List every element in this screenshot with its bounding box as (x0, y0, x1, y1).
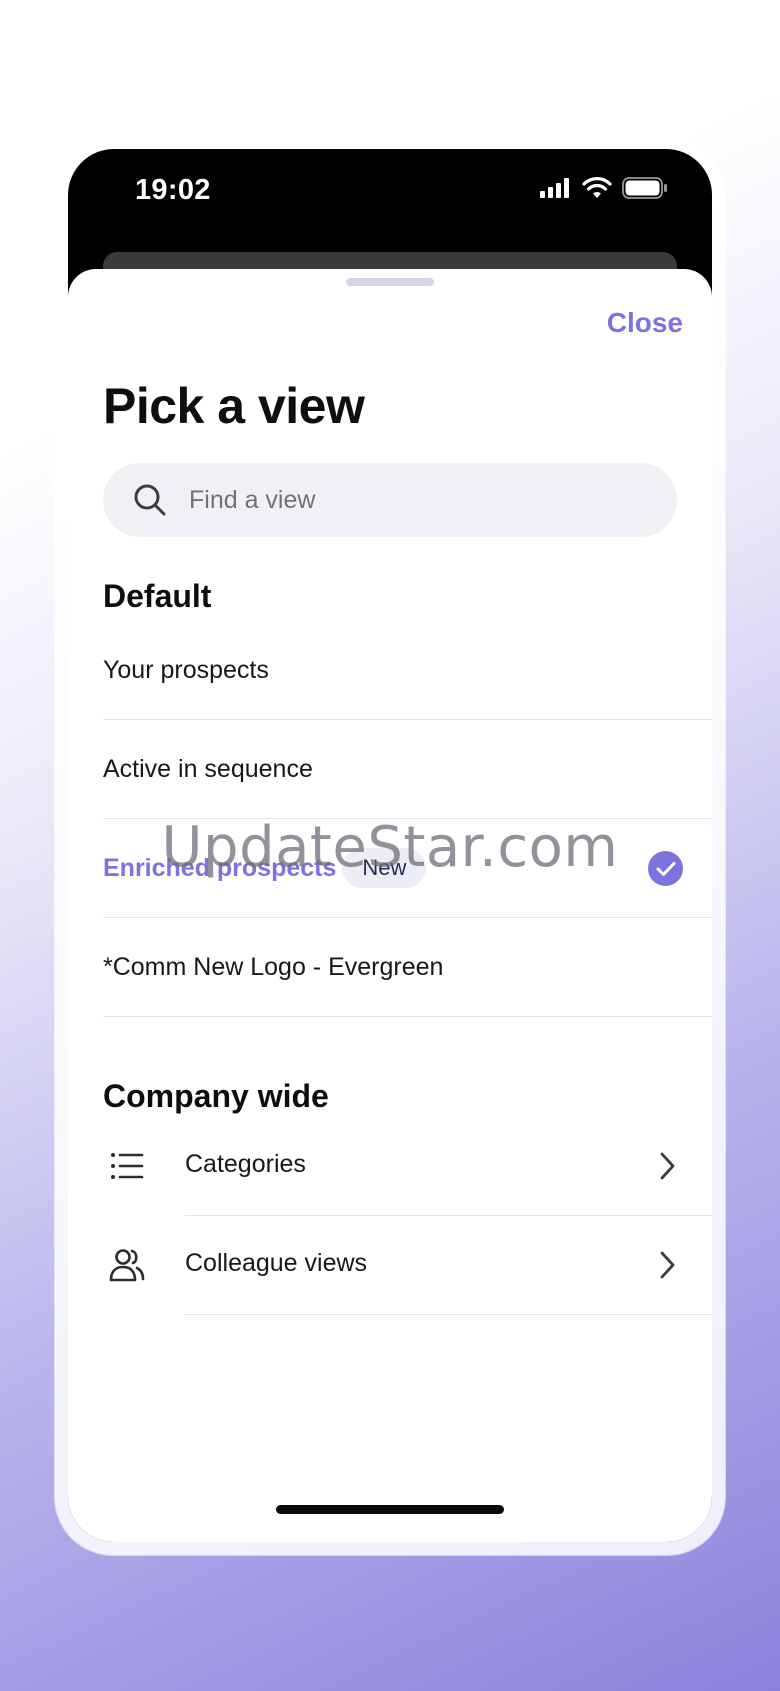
sheet-grabber[interactable] (346, 278, 434, 286)
list-icon (111, 1153, 144, 1179)
nav-row-colleague-views[interactable]: Colleague views (68, 1216, 712, 1315)
nav-label: Colleague views (185, 1249, 368, 1277)
search-icon (134, 484, 166, 516)
cellular-signal-icon (540, 178, 569, 198)
view-label: Your prospects (103, 655, 269, 684)
chevron-right-icon (660, 1152, 675, 1180)
home-indicator[interactable] (276, 1505, 504, 1514)
section-heading-company-wide: Company wide (103, 1078, 329, 1114)
users-icon (109, 1249, 145, 1282)
phone-screen: 19:02 Close Pick a view Find a view Defa… (68, 149, 712, 1542)
status-time: 19:02 (135, 174, 211, 206)
search-bar[interactable] (103, 463, 677, 537)
search-input[interactable] (187, 484, 651, 516)
divider (185, 1313, 712, 1315)
view-row-active-in-sequence[interactable]: Active in sequence (103, 720, 712, 819)
close-button[interactable]: Close (607, 307, 683, 339)
battery-icon (622, 177, 667, 199)
page-title: Pick a view (103, 378, 365, 434)
view-row-your-prospects[interactable]: Your prospects (103, 621, 712, 720)
pick-view-sheet: Close Pick a view Default Your prospects… (68, 269, 712, 1542)
nav-row-categories[interactable]: Categories (68, 1117, 712, 1216)
status-icons (540, 177, 668, 199)
view-label: Enriched prospects (103, 853, 337, 882)
view-row-comm-new-logo[interactable]: *Comm New Logo - Evergreen (103, 918, 712, 1017)
section-heading-default: Default (103, 578, 212, 614)
chevron-right-icon (660, 1251, 675, 1279)
wifi-icon (582, 177, 612, 198)
nav-label: Categories (185, 1150, 306, 1178)
view-label: *Comm New Logo - Evergreen (103, 952, 444, 981)
view-label: Active in sequence (103, 754, 313, 783)
checkmark-icon (648, 851, 683, 886)
view-row-enriched-prospects[interactable]: Enriched prospects New (103, 819, 712, 918)
new-badge: New (342, 848, 427, 888)
